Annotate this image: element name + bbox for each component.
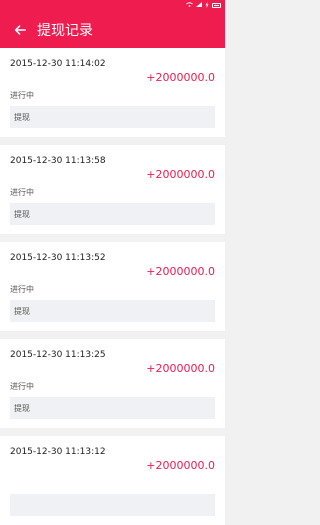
- status-bar: [0, 0, 225, 11]
- charging-icon: [205, 1, 209, 10]
- record-amount: +2000000.0: [146, 459, 215, 472]
- withdrawal-record-card[interactable]: 2015-12-30 11:13:25 +2000000.0 进行中 提现: [0, 339, 225, 428]
- record-type: 提现: [10, 106, 215, 128]
- record-type: 提现: [10, 397, 215, 419]
- record-type: 提现: [10, 203, 215, 225]
- record-status: 进行中: [10, 382, 34, 391]
- record-status: 进行中: [10, 188, 34, 197]
- record-amount: +2000000.0: [146, 362, 215, 375]
- record-type: [10, 494, 215, 516]
- record-amount: +2000000.0: [146, 71, 215, 84]
- record-status: 进行中: [10, 285, 34, 294]
- record-type: 提现: [10, 300, 215, 322]
- withdrawal-record-card[interactable]: 2015-12-30 11:13:52 +2000000.0 进行中 提现: [0, 242, 225, 331]
- arrow-left-icon: [13, 23, 27, 37]
- record-amount: +2000000.0: [146, 168, 215, 181]
- back-button[interactable]: [5, 15, 35, 45]
- record-date: 2015-12-30 11:14:02: [10, 59, 106, 69]
- record-status: 进行中: [10, 91, 34, 100]
- battery-icon: [212, 3, 221, 8]
- page-title: 提现记录: [37, 22, 93, 39]
- signal-icon: [196, 2, 202, 9]
- record-date: 2015-12-30 11:13:58: [10, 156, 106, 166]
- withdrawal-record-list: 2015-12-30 11:14:02 +2000000.0 进行中 提现 20…: [0, 48, 225, 525]
- record-date: 2015-12-30 11:13:12: [10, 447, 106, 457]
- record-date: 2015-12-30 11:13:52: [10, 253, 106, 263]
- app-bar: 提现记录: [0, 11, 225, 48]
- record-date: 2015-12-30 11:13:25: [10, 350, 106, 360]
- status-icons: [186, 0, 221, 11]
- wifi-icon: [186, 2, 193, 9]
- withdrawal-record-card[interactable]: 2015-12-30 11:13:58 +2000000.0 进行中 提现: [0, 145, 225, 234]
- record-amount: +2000000.0: [146, 265, 215, 278]
- withdrawal-record-card[interactable]: 2015-12-30 11:13:12 +2000000.0: [0, 436, 225, 525]
- withdrawal-record-card[interactable]: 2015-12-30 11:14:02 +2000000.0 进行中 提现: [0, 48, 225, 137]
